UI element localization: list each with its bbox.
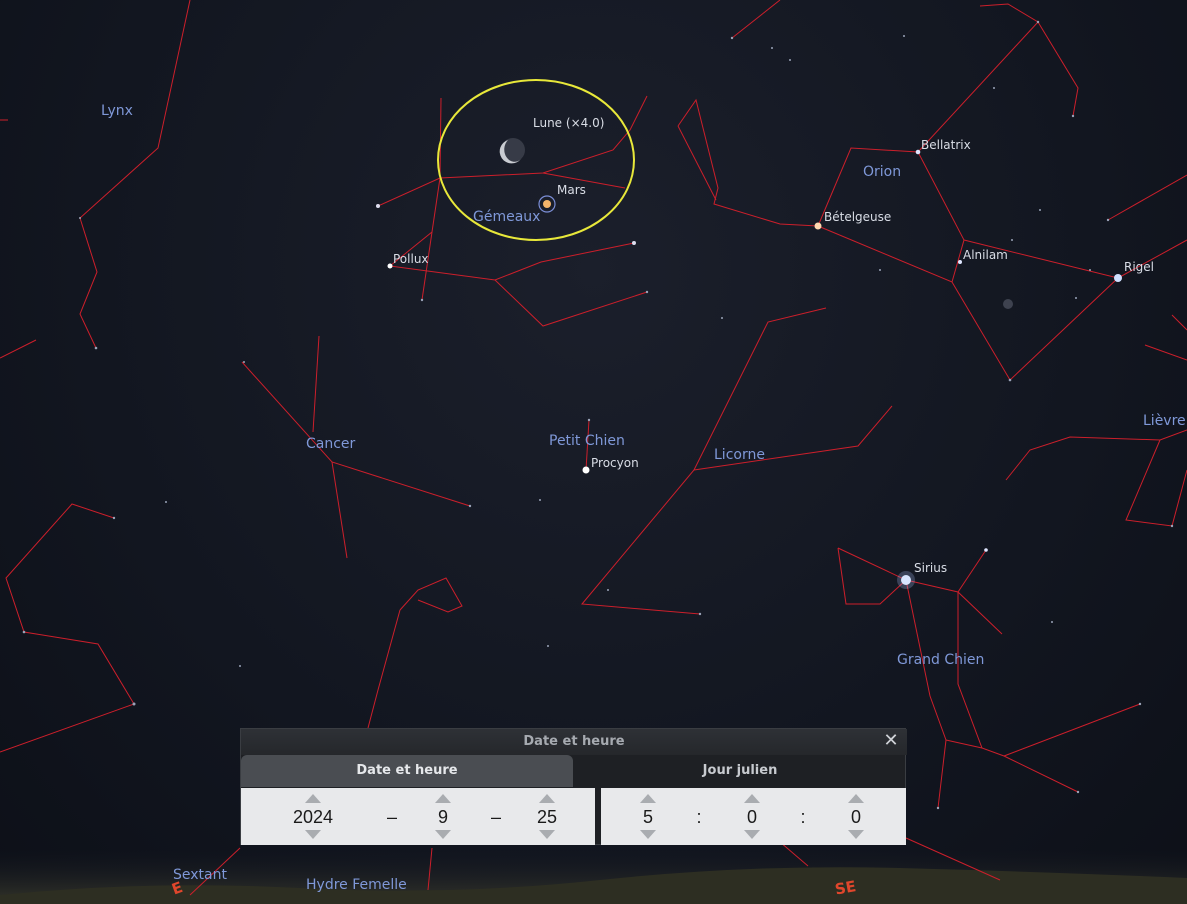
day-spinbox[interactable]: 25 — [517, 788, 577, 845]
star-procyon[interactable] — [582, 466, 590, 474]
label-canis-major: Grand Chien — [897, 652, 984, 668]
moon[interactable] — [499, 138, 525, 164]
label-canis-minor: Petit Chien — [549, 433, 625, 449]
year-spinbox[interactable]: 2024 — [283, 788, 343, 845]
dialog-title[interactable]: Date et heure — [241, 729, 907, 755]
hour-value[interactable]: 5 — [618, 807, 678, 828]
cardinal-southeast: SE — [834, 877, 858, 898]
label-orion: Orion — [863, 164, 901, 180]
time-separator: : — [696, 807, 702, 827]
month-spinbox[interactable]: 9 — [413, 788, 473, 845]
time-panel: 5 : 0 : 0 — [601, 788, 906, 845]
label-cancer: Cancer — [306, 436, 356, 452]
star-pollux[interactable] — [387, 263, 393, 269]
date-separator: – — [490, 807, 501, 827]
date-separator: – — [386, 807, 397, 827]
hour-down-arrow-icon[interactable] — [640, 830, 656, 839]
star-rigel[interactable] — [1114, 274, 1122, 282]
hour-up-arrow-icon[interactable] — [640, 794, 656, 803]
label-bellatrix: Bellatrix — [921, 138, 971, 152]
second-down-arrow-icon[interactable] — [848, 830, 864, 839]
month-up-arrow-icon[interactable] — [435, 794, 451, 803]
label-sextans: Sextant — [173, 867, 227, 883]
year-up-arrow-icon[interactable] — [305, 794, 321, 803]
month-value[interactable]: 9 — [413, 807, 473, 828]
second-value[interactable]: 0 — [826, 807, 886, 828]
tab-julian-day[interactable]: Jour julien — [574, 755, 906, 787]
faint-stars — [22, 20, 1174, 810]
close-icon[interactable]: ✕ — [881, 731, 901, 751]
label-moon: Lune (×4.0) — [533, 116, 604, 130]
label-monoceros: Licorne — [714, 447, 765, 463]
hour-spinbox[interactable]: 5 — [618, 788, 678, 845]
label-alnilam: Alnilam — [963, 248, 1008, 262]
year-value[interactable]: 2024 — [283, 807, 343, 828]
label-pollux: Pollux — [393, 252, 429, 266]
label-hydra: Hydre Femelle — [306, 877, 407, 893]
star-alhena[interactable] — [632, 241, 636, 245]
day-up-arrow-icon[interactable] — [539, 794, 555, 803]
star-canis-major-a[interactable] — [984, 548, 988, 552]
second-spinbox[interactable]: 0 — [826, 788, 886, 845]
label-gemini: Gémeaux — [473, 209, 540, 225]
date-panel: 2024 – 9 – 25 — [241, 788, 595, 845]
day-value[interactable]: 25 — [517, 807, 577, 828]
label-mars: Mars — [557, 183, 586, 197]
label-betelgeuse: Bételgeuse — [824, 210, 891, 224]
label-lepus: Lièvre — [1143, 413, 1186, 429]
date-time-dialog: Date et heure ✕ Date et heure Jour julie… — [240, 728, 907, 845]
minute-down-arrow-icon[interactable] — [744, 830, 760, 839]
mars[interactable] — [538, 195, 556, 213]
minute-value[interactable]: 0 — [722, 807, 782, 828]
label-rigel: Rigel — [1124, 260, 1154, 274]
label-lynx: Lynx — [101, 103, 133, 119]
star-betelgeuse[interactable] — [814, 222, 822, 230]
tab-date-time[interactable]: Date et heure — [241, 755, 573, 787]
year-down-arrow-icon[interactable] — [305, 830, 321, 839]
star-labels: Pollux Bellatrix Bételgeuse Alnilam Rige… — [393, 116, 1154, 575]
star-bellatrix[interactable] — [915, 149, 921, 155]
month-down-arrow-icon[interactable] — [435, 830, 451, 839]
minute-spinbox[interactable]: 0 — [722, 788, 782, 845]
second-up-arrow-icon[interactable] — [848, 794, 864, 803]
star-castor[interactable] — [376, 204, 380, 208]
star-alnilam[interactable] — [958, 260, 962, 264]
label-sirius: Sirius — [914, 561, 947, 575]
orion-nebula — [1003, 299, 1013, 309]
time-separator: : — [800, 807, 806, 827]
minute-up-arrow-icon[interactable] — [744, 794, 760, 803]
label-procyon: Procyon — [591, 456, 639, 470]
day-down-arrow-icon[interactable] — [539, 830, 555, 839]
mars-icon — [543, 200, 551, 208]
